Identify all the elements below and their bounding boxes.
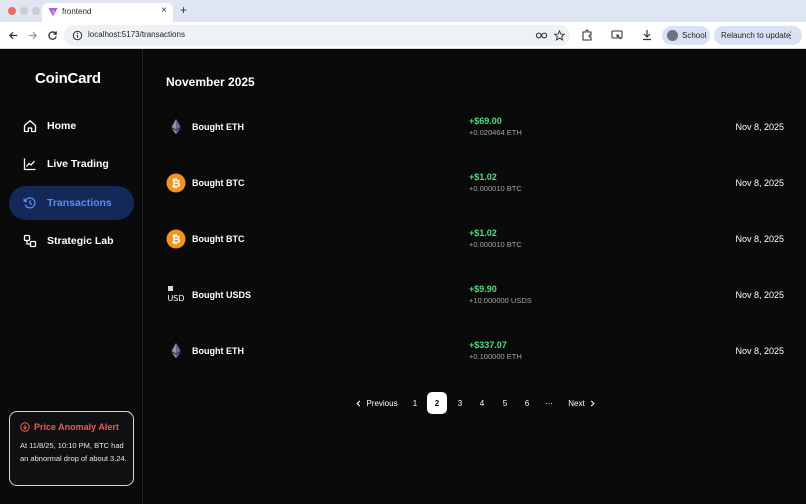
main-content: November 2025 Bought ETH +$69.00 +0.0204…	[144, 49, 806, 504]
page-5-button[interactable]: 5	[495, 392, 515, 414]
sidebar-item-home[interactable]: Home	[9, 109, 134, 143]
pagination: Previous 1 2 3 4 5 6 ⋯ Next	[344, 392, 604, 414]
browser-toolbar: localhost:5173/transactions School Relau…	[0, 22, 806, 49]
sidebar-item-label: Strategic Lab	[47, 235, 114, 247]
coin-amount: +10.000000 USDS	[469, 296, 532, 305]
shapes-icon	[23, 234, 37, 248]
url-text[interactable]: localhost:5173/transactions	[88, 30, 185, 39]
sidebar-item-label: Live Trading	[47, 158, 109, 170]
next-page-button[interactable]: Next	[566, 392, 598, 414]
download-icon[interactable]	[641, 29, 653, 41]
transaction-date: Nov 8, 2025	[735, 122, 784, 132]
usds-icon: USD	[167, 286, 185, 303]
usd-amount: +$1.02	[469, 172, 497, 182]
month-heading: November 2025	[166, 75, 255, 89]
password-key-icon[interactable]	[535, 30, 548, 41]
back-button[interactable]	[6, 28, 20, 42]
btc-icon: ₿	[166, 173, 186, 193]
coin-amount: +0.000010 BTC	[469, 240, 522, 249]
page-1-button[interactable]: 1	[405, 392, 425, 414]
chevron-right-icon	[590, 400, 595, 406]
home-icon	[23, 120, 37, 133]
sidebar-item-strategic-lab[interactable]: Strategic Lab	[9, 224, 134, 258]
svg-text:₿: ₿	[172, 177, 181, 190]
reload-button[interactable]	[45, 28, 59, 42]
transaction-row[interactable]: USD Bought USDS +$9.90 +10.000000 USDS N…	[166, 280, 786, 320]
btc-icon: ₿	[166, 229, 186, 249]
page-4-button[interactable]: 4	[472, 392, 492, 414]
chart-line-icon	[23, 158, 36, 171]
new-tab-button[interactable]: +	[180, 3, 187, 17]
transaction-row[interactable]: Bought ETH +$337.07 +0.100000 ETH Nov 8,…	[166, 336, 786, 376]
tab-close-icon[interactable]: ×	[161, 5, 167, 16]
usd-amount: +$1.02	[469, 228, 497, 238]
eth-icon	[171, 343, 181, 359]
address-bar[interactable]: localhost:5173/transactions	[64, 25, 570, 46]
profile-chip[interactable]: School	[662, 26, 710, 45]
sidebar-item-live-trading[interactable]: Live Trading	[9, 147, 134, 181]
transaction-title: Bought ETH	[192, 122, 244, 132]
transaction-date: Nov 8, 2025	[735, 346, 784, 356]
sidebar-item-transactions[interactable]: Transactions	[9, 186, 134, 220]
bookmark-star-icon[interactable]	[554, 30, 565, 41]
transaction-row[interactable]: ₿ Bought BTC +$1.02 +0.000010 BTC Nov 8,…	[166, 224, 786, 264]
transaction-title: Bought BTC	[192, 234, 245, 244]
usd-amount: +$69.00	[469, 116, 502, 126]
profile-label: School	[682, 31, 707, 40]
site-info-icon[interactable]	[72, 30, 83, 41]
media-router-icon[interactable]	[611, 29, 623, 41]
reload-icon	[47, 30, 57, 40]
previous-label: Previous	[366, 398, 398, 408]
coin-amount: +0.000010 BTC	[469, 184, 522, 193]
window-zoom-button[interactable]	[32, 7, 40, 15]
transaction-title: Bought BTC	[192, 178, 245, 188]
vite-favicon-icon	[48, 8, 58, 17]
sidebar-item-label: Home	[47, 120, 77, 132]
sidebar: CoinCard Home Live Trading Transactions …	[0, 49, 143, 504]
alert-title: Price Anomaly Alert	[34, 422, 119, 432]
transaction-title: Bought ETH	[192, 346, 244, 356]
avatar	[667, 30, 678, 41]
eth-icon	[171, 119, 181, 135]
chevron-left-icon	[356, 400, 361, 406]
window-minimize-button[interactable]	[20, 7, 28, 15]
sidebar-item-label: Transactions	[47, 197, 112, 209]
alert-body: At 11/8/25, 10:10 PM, BTC had an abnorma…	[20, 441, 127, 463]
transaction-date: Nov 8, 2025	[735, 234, 784, 244]
forward-button[interactable]	[25, 28, 39, 42]
transaction-date: Nov 8, 2025	[735, 178, 784, 188]
next-label: Next	[568, 398, 585, 408]
browser-tab[interactable]: frontend ×	[42, 3, 173, 22]
tab-title: frontend	[62, 7, 92, 16]
transaction-row[interactable]: ₿ Bought BTC +$1.02 +0.000010 BTC Nov 8,…	[166, 168, 786, 208]
price-anomaly-alert[interactable]: Price Anomaly Alert At 11/8/25, 10:10 PM…	[9, 411, 134, 486]
arrow-left-icon	[8, 31, 17, 39]
transaction-date: Nov 8, 2025	[735, 290, 784, 300]
pagination-ellipsis: ⋯	[545, 398, 553, 408]
usd-amount: +$337.07	[469, 340, 507, 350]
coin-amount: +0.100000 ETH	[469, 352, 522, 361]
usds-icon-label: USD	[167, 294, 184, 303]
app-logo[interactable]: CoinCard	[35, 70, 101, 87]
history-icon	[23, 197, 36, 209]
window-close-button[interactable]	[8, 7, 16, 15]
previous-page-button[interactable]: Previous	[354, 392, 399, 414]
svg-text:₿: ₿	[172, 233, 181, 246]
browser-tab-bar: frontend × +	[0, 0, 806, 22]
coin-amount: +0.020464 ETH	[469, 128, 522, 137]
usd-amount: +$9.90	[469, 284, 497, 294]
relaunch-label: Relaunch to update	[721, 31, 791, 40]
arrow-right-icon	[28, 31, 37, 39]
relaunch-button[interactable]: Relaunch to update ⋮	[714, 26, 802, 45]
transaction-row[interactable]: Bought ETH +$69.00 +0.020464 ETH Nov 8, …	[166, 112, 786, 152]
transaction-title: Bought USDS	[192, 290, 251, 300]
page-3-button[interactable]: 3	[450, 392, 470, 414]
extensions-puzzle-icon[interactable]	[581, 29, 593, 41]
kebab-menu-icon[interactable]: ⋮	[786, 29, 795, 41]
page-2-button[interactable]: 2	[427, 392, 447, 414]
page-6-button[interactable]: 6	[517, 392, 537, 414]
alert-circle-arrow-icon	[20, 422, 30, 432]
